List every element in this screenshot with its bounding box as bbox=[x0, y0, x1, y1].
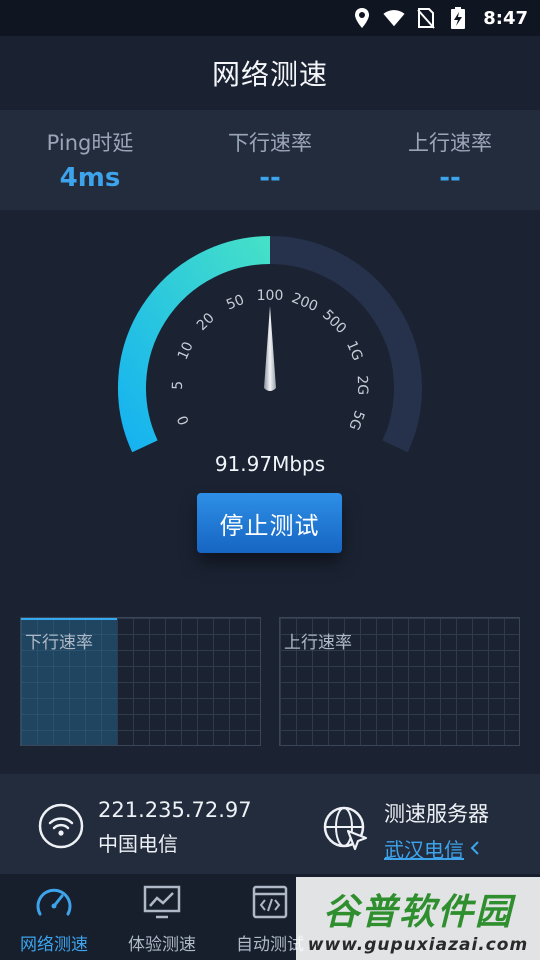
watermark-url: www.gupuxiazai.com bbox=[307, 934, 529, 955]
watermark-text: 谷普软件园 bbox=[322, 891, 513, 933]
stat-label: 下行速率 bbox=[228, 131, 312, 155]
gauge-scale-label: 50 bbox=[224, 292, 247, 314]
nav-network-speed[interactable]: 网络测速 bbox=[0, 874, 108, 960]
battery-charging-icon bbox=[447, 7, 469, 29]
gauge-scale-label: 0 bbox=[175, 413, 193, 427]
gauge-scale-label: 1G bbox=[343, 339, 366, 364]
download-graph-label: 下行速率 bbox=[25, 633, 93, 653]
code-window-icon bbox=[250, 884, 290, 924]
wifi-circle-icon bbox=[38, 803, 84, 853]
stop-test-button[interactable]: 停止测试 bbox=[197, 493, 342, 553]
stat-label: 上行速率 bbox=[408, 131, 492, 155]
gauge-scale-label: 10 bbox=[175, 340, 197, 363]
stat-download: 下行速率 -- bbox=[180, 110, 360, 210]
watermark: 谷普软件园 www.gupuxiazai.com bbox=[296, 877, 540, 960]
nav-label: 体验测速 bbox=[128, 935, 196, 955]
server-info: 测速服务器 武汉电信 bbox=[322, 798, 489, 863]
server-title: 测速服务器 bbox=[384, 802, 489, 826]
stat-ping: Ping时延 4ms bbox=[0, 110, 180, 210]
gauge-scale-label: 200 bbox=[289, 290, 320, 315]
isp-name: 中国电信 bbox=[98, 832, 178, 856]
page-title: 网络测速 bbox=[211, 58, 328, 91]
stats-bar: Ping时延 4ms 下行速率 -- 上行速率 -- bbox=[0, 110, 540, 210]
stat-label: Ping时延 bbox=[46, 131, 134, 155]
stat-value: 4ms bbox=[59, 163, 121, 193]
speedometer-icon bbox=[34, 884, 74, 924]
upload-graph-label: 上行速率 bbox=[284, 633, 352, 653]
monitor-chart-icon bbox=[142, 884, 182, 924]
stat-upload: 上行速率 -- bbox=[360, 110, 540, 210]
gauge-scale-label: 500 bbox=[319, 307, 349, 337]
download-graph: 下行速率 bbox=[20, 617, 261, 746]
no-sim-icon bbox=[415, 7, 437, 29]
connection-info: 221.235.72.97 中国电信 bbox=[38, 798, 252, 857]
stat-value: -- bbox=[259, 163, 281, 193]
status-bar: 8:47 bbox=[0, 0, 540, 36]
speed-gauge: 0 5 10 20 50 100 200 500 1G 2G 5G bbox=[0, 220, 540, 490]
wifi-icon bbox=[383, 7, 405, 29]
ip-address: 221.235.72.97 bbox=[98, 798, 252, 822]
gauge-scale-label: 5G bbox=[345, 408, 367, 432]
server-select-link[interactable]: 武汉电信 bbox=[384, 834, 489, 863]
gauge-progress bbox=[118, 236, 271, 453]
location-icon bbox=[351, 7, 373, 29]
title-bar: 网络测速 bbox=[0, 36, 540, 110]
gauge-scale-label: 5 bbox=[170, 381, 186, 390]
upload-graph: 上行速率 bbox=[279, 617, 520, 746]
nav-label: 网络测速 bbox=[20, 935, 88, 955]
caret-left-icon bbox=[470, 837, 480, 861]
nav-experience-speed[interactable]: 体验测速 bbox=[108, 874, 216, 960]
server-name: 武汉电信 bbox=[384, 838, 464, 862]
nav-label: 自动测试 bbox=[236, 935, 304, 955]
gauge-needle bbox=[264, 306, 276, 391]
gauge-svg: 0 5 10 20 50 100 2005001G 2G 5G bbox=[118, 236, 422, 453]
gauge-scale-label: 100 bbox=[257, 288, 284, 304]
status-time: 8:47 bbox=[483, 7, 528, 29]
stat-value: -- bbox=[439, 163, 461, 193]
current-speed: 91.97Mbps bbox=[214, 452, 326, 476]
gauge-scale-label: 2G bbox=[354, 375, 371, 395]
gauge-scale-label: 20 bbox=[194, 310, 218, 334]
globe-cursor-icon bbox=[322, 805, 370, 857]
network-info-bar: 221.235.72.97 中国电信 测速服务器 武汉电信 bbox=[0, 774, 540, 874]
